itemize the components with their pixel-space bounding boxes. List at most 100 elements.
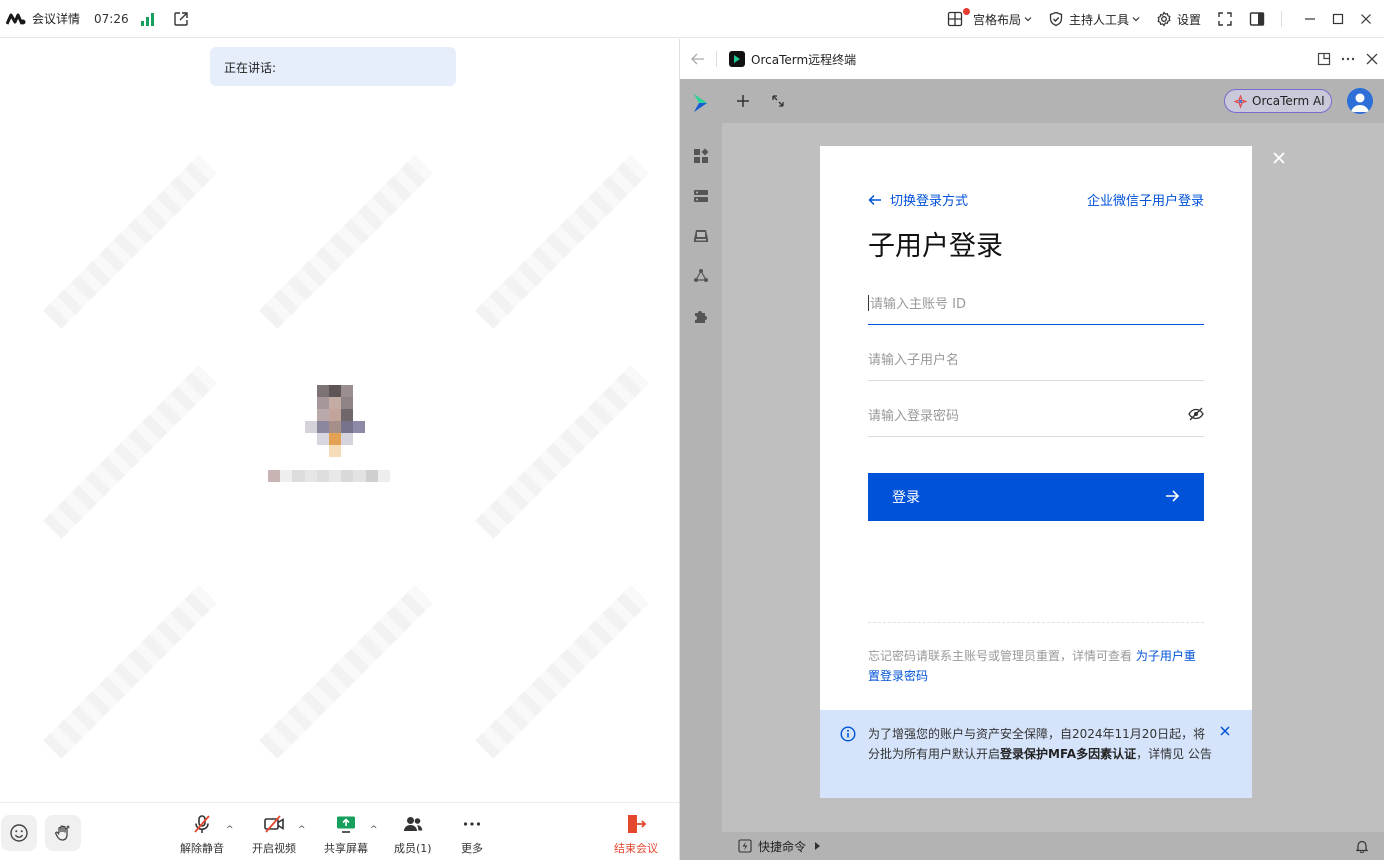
plus-icon[interactable]: [736, 94, 750, 108]
password-field[interactable]: 请输入登录密码: [868, 393, 1204, 437]
browser-tab-title: OrcaTerm远程终端: [751, 52, 857, 67]
start-video-label: 开启视频: [252, 842, 296, 855]
more-label: 更多: [461, 842, 483, 855]
back-icon[interactable]: [680, 51, 716, 67]
orcaterm-ai-button[interactable]: OrcaTerm AI: [1224, 89, 1332, 113]
end-meeting-label: 结束会议: [614, 842, 658, 855]
chevron-up-icon[interactable]: ^: [226, 825, 234, 835]
user-icon: [1351, 93, 1369, 112]
close-icon[interactable]: [1365, 52, 1379, 66]
dashboard-icon[interactable]: [692, 147, 710, 165]
sub-user-name-placeholder: 请输入子用户名: [868, 353, 960, 368]
more-button[interactable]: 更多: [461, 813, 483, 856]
start-video-button[interactable]: 开启视频: [252, 813, 296, 856]
grid-icon: [947, 8, 970, 27]
main-account-id-placeholder: 请输入主账号 ID: [870, 297, 966, 312]
settings-button[interactable]: 设置: [1156, 11, 1201, 28]
close-window-icon[interactable]: [1352, 0, 1380, 38]
watermark: [475, 585, 649, 759]
tencent-meeting-logo-icon: [6, 13, 26, 25]
forgot-password-hint: 忘记密码请联系主账号或管理员重置，详情可查看 为子用户重置登录密码: [868, 646, 1204, 686]
video-off-icon: [264, 815, 284, 833]
ai-sparkle-icon: [1234, 94, 1247, 108]
user-avatar[interactable]: [1347, 88, 1373, 114]
sub-user-name-field[interactable]: 请输入子用户名: [868, 337, 1204, 381]
signal-strength-icon[interactable]: [140, 12, 155, 26]
info-icon: [840, 726, 856, 742]
open-external-icon[interactable]: [173, 11, 189, 27]
network-icon[interactable]: [692, 267, 710, 285]
text-cursor: [868, 294, 869, 311]
maximize-icon[interactable]: [1324, 0, 1352, 38]
wecom-login-link[interactable]: 企业微信子用户登录: [1087, 190, 1204, 209]
watermark: [475, 365, 649, 539]
meeting-timer: 07:26: [94, 11, 129, 26]
divider: [868, 622, 1204, 623]
divider: [716, 51, 717, 67]
eye-off-icon[interactable]: [1188, 407, 1204, 421]
chevron-up-icon[interactable]: ^: [298, 825, 306, 835]
notice-text-post[interactable]: ，详情见 公告: [1136, 747, 1212, 761]
watermark: [43, 585, 217, 759]
orcaterm-sidebar: [680, 79, 722, 860]
members-icon: [403, 817, 422, 831]
chevron-down-icon: [1132, 17, 1140, 22]
mfa-notice-banner: 为了增强您的账户与资产安全保障，自2024年11月20日起，将分批为所有用户默认…: [820, 710, 1252, 798]
plugin-icon[interactable]: [692, 307, 710, 325]
host-tools-button[interactable]: 主持人工具: [1048, 11, 1140, 28]
chevron-up-icon[interactable]: ^: [370, 825, 378, 835]
unmute-button[interactable]: 解除静音: [180, 813, 224, 856]
orcaterm-app: OrcaTerm AI 快捷命令 切换登录方式 企业微信子用户登录 子用户登录 …: [680, 79, 1384, 860]
storage-icon[interactable]: [692, 227, 710, 245]
caret-right-icon: [815, 842, 821, 850]
meeting-details-link[interactable]: 会议详情: [32, 10, 80, 27]
participant-name: [268, 470, 391, 482]
lightning-icon: [738, 839, 752, 853]
window-titlebar: 会议详情 07:26 宫格布局 主持人工具 设置: [0, 0, 1384, 38]
close-icon[interactable]: [1220, 726, 1230, 736]
minimize-icon[interactable]: [1296, 0, 1324, 38]
chevron-down-icon: [1024, 17, 1032, 22]
expand-icon[interactable]: [771, 94, 785, 108]
watermark: [43, 365, 217, 539]
divider: [1281, 11, 1282, 27]
share-screen-button[interactable]: 共享屏幕: [324, 813, 368, 856]
browser-header: OrcaTerm远程终端: [680, 39, 1384, 79]
popout-icon[interactable]: [1317, 52, 1331, 66]
switch-login-method-label: 切换登录方式: [890, 194, 969, 209]
bell-icon[interactable]: [1355, 839, 1369, 853]
meeting-toolbar: 解除静音 ^ 开启视频 ^ 共享屏幕 ^ 成员(1) 更多 结束会议: [0, 802, 679, 860]
end-meeting-button[interactable]: 结束会议: [614, 813, 658, 856]
members-button[interactable]: 成员(1): [394, 813, 432, 856]
speaking-indicator: 正在讲话:: [210, 47, 456, 86]
sidebar-toggle-icon[interactable]: [1249, 11, 1265, 27]
members-label: 成员(1): [394, 842, 432, 855]
more-dots-icon[interactable]: [1341, 52, 1355, 66]
grid-layout-label: 宫格布局: [972, 12, 1021, 27]
host-tools-label: 主持人工具: [1068, 12, 1129, 27]
quick-commands-bar[interactable]: 快捷命令: [722, 832, 1384, 860]
notice-text-bold: 登录保护MFA多因素认证: [1000, 747, 1137, 761]
orcaterm-toolbar: OrcaTerm AI: [680, 79, 1384, 123]
login-button-label: 登录: [892, 490, 920, 506]
share-screen-label: 共享屏幕: [324, 842, 368, 855]
orcaterm-logo-icon[interactable]: [691, 92, 711, 114]
exit-icon: [628, 815, 647, 833]
modal-close-icon[interactable]: [1271, 150, 1287, 166]
settings-label: 设置: [1176, 12, 1201, 27]
password-placeholder: 请输入登录密码: [868, 409, 960, 424]
fullscreen-icon[interactable]: [1217, 11, 1233, 27]
main-account-id-field[interactable]: 请输入主账号 ID: [868, 281, 1204, 325]
raise-hand-button[interactable]: [45, 815, 81, 851]
grid-layout-button[interactable]: 宫格布局: [947, 8, 1032, 28]
server-icon[interactable]: [692, 187, 710, 205]
watermark: [259, 585, 433, 759]
watermark: [43, 155, 217, 329]
switch-login-method-link[interactable]: 切换登录方式: [868, 190, 968, 209]
reaction-button[interactable]: [1, 815, 37, 851]
mic-muted-icon: [194, 815, 210, 833]
login-button[interactable]: 登录: [868, 473, 1204, 521]
forgot-password-text: 忘记密码请联系主账号或管理员重置，详情可查看: [868, 649, 1133, 663]
quick-commands-label: 快捷命令: [758, 839, 807, 854]
embedded-browser: OrcaTerm远程终端 OrcaTerm AI 快捷命令 切换登录方式 企业微…: [679, 39, 1384, 860]
